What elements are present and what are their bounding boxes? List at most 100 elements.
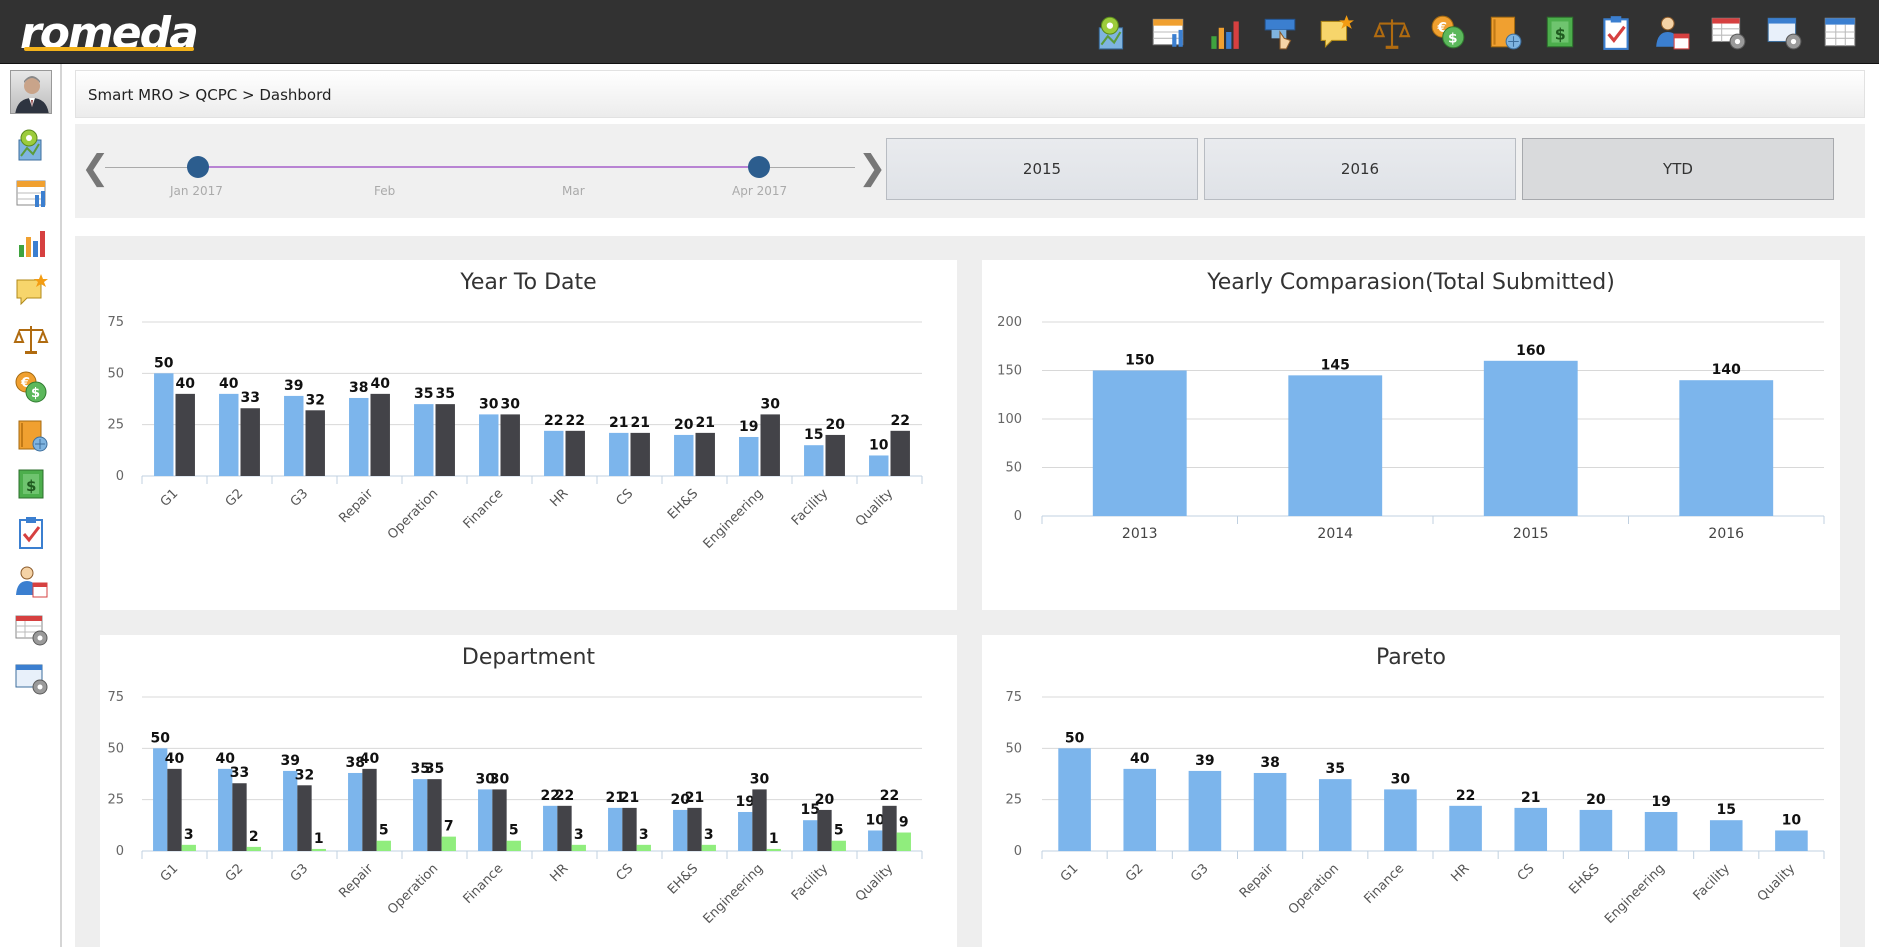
pareto-panel: Pareto 0 25 50 75 50 G1 40 G2 39 G3 38 Repair 35 Oper… <box>982 635 1840 947</box>
yearly-comparison-chart: 0 50 100 150 200 150 2013 145 2014 160 2015 140 2016 <box>997 315 1825 542</box>
chart-bar <box>636 844 651 851</box>
chart-bar <box>167 768 182 851</box>
date-filter-panel: ❮ Jan 2017 Feb Mar Apr 2017 ❯ 2015 2016 … <box>75 124 1865 218</box>
x-tick-label: G2 <box>1123 861 1147 885</box>
window-settings-icon[interactable] <box>11 658 51 698</box>
bar-chart-icon[interactable] <box>11 221 51 261</box>
year-to-date-chart: 02550755040G14033G23932G338 40Repair35 35O… <box>107 315 923 552</box>
timeline-end-handle[interactable] <box>748 156 770 178</box>
user-calendar-icon[interactable] <box>11 561 51 601</box>
clipboard-check-icon[interactable] <box>1594 10 1638 54</box>
x-tick-label: G1 <box>1058 861 1082 885</box>
data-label: 150 <box>1125 353 1154 369</box>
data-label: 3 <box>574 827 584 843</box>
data-label: 2 <box>249 829 259 845</box>
table-chart-icon[interactable] <box>1146 10 1190 54</box>
x-tick-label: Facility <box>789 486 832 529</box>
x-tick-label: G3 <box>1188 861 1212 885</box>
map-marker-icon[interactable] <box>11 124 51 164</box>
data-label: 10 <box>865 812 885 828</box>
comment-star-icon[interactable] <box>1314 10 1358 54</box>
currency-exchange-icon[interactable]: € $ <box>11 367 51 407</box>
money-book-icon[interactable]: $ <box>11 464 51 504</box>
chart-bar <box>349 397 369 476</box>
comment-star-icon[interactable] <box>11 270 51 310</box>
chart-bar <box>882 805 897 851</box>
hand-pointer-icon[interactable] <box>1258 10 1302 54</box>
chart-bar <box>219 393 239 476</box>
x-tick-label: G3 <box>288 486 312 510</box>
currency-exchange-icon[interactable]: € $ <box>1426 10 1470 54</box>
x-tick-label: 2013 <box>1122 526 1158 542</box>
chart-bar <box>1514 807 1548 851</box>
x-tick-label: Operation <box>385 486 441 542</box>
book-globe-icon[interactable] <box>11 415 51 455</box>
chart-bar <box>492 789 507 851</box>
data-label: 21 <box>685 790 704 806</box>
year-ytd-button[interactable]: YTD <box>1522 138 1834 200</box>
data-label: 140 <box>1712 362 1741 378</box>
data-label: 39 <box>284 378 303 394</box>
y-tick-label: 100 <box>997 412 1022 427</box>
data-label: 32 <box>305 392 324 408</box>
timeline-prev-button[interactable]: ❮ <box>81 148 110 188</box>
department-chart: 025507550403G140332G239321G338405Repair3… <box>107 690 923 927</box>
avatar[interactable] <box>10 70 52 114</box>
timeline-next-button[interactable]: ❯ <box>858 148 887 188</box>
y-tick-label: 150 <box>997 364 1022 379</box>
year-2016-button[interactable]: 2016 <box>1204 138 1516 200</box>
data-label: 20 <box>815 792 835 808</box>
chart-bar <box>630 432 650 476</box>
chart-bar <box>414 404 434 476</box>
x-tick-label: Repair <box>1237 861 1278 902</box>
top-toolbar: € $ $ <box>1090 10 1862 54</box>
table-chart-icon[interactable] <box>11 173 51 213</box>
top-bar: romeda € $ $ <box>0 0 1879 64</box>
app-logo[interactable]: romeda <box>20 8 199 59</box>
chart-bar <box>868 830 883 851</box>
data-label: 35 <box>425 761 444 777</box>
data-label: 5 <box>379 823 389 839</box>
breadcrumb-bar: Smart MRO > QCPC > Dashbord <box>75 70 1865 118</box>
timeline-tick: Jan 2017 <box>170 184 223 198</box>
x-tick-label: G1 <box>158 861 182 885</box>
timeline-start-handle[interactable] <box>187 156 209 178</box>
window-settings-icon[interactable] <box>1762 10 1806 54</box>
chart-bar <box>622 807 637 851</box>
chart-bar <box>305 410 325 476</box>
chart-bar <box>571 844 586 851</box>
table-settings-icon[interactable] <box>11 609 51 649</box>
data-label: 19 <box>1651 794 1670 810</box>
data-label: 3 <box>639 827 649 843</box>
breadcrumb[interactable]: Smart MRO > QCPC > Dashbord <box>88 86 332 104</box>
chart-bar <box>1058 748 1091 851</box>
y-tick-label: 200 <box>997 315 1022 330</box>
data-label: 40 <box>370 376 390 392</box>
chart-bar <box>1483 360 1578 516</box>
chart-bar <box>506 840 521 851</box>
clipboard-check-icon[interactable] <box>11 512 51 552</box>
bar-chart-icon[interactable] <box>1202 10 1246 54</box>
data-label: 145 <box>1321 357 1350 373</box>
chart-bar <box>427 779 442 851</box>
chart-bar <box>674 434 694 476</box>
chart-bar <box>609 432 629 476</box>
scales-icon[interactable] <box>11 318 51 358</box>
x-tick-label: G3 <box>288 861 312 885</box>
chart-bar <box>752 789 767 851</box>
data-label: 21 <box>620 790 639 806</box>
book-globe-icon[interactable] <box>1482 10 1526 54</box>
table-settings-icon[interactable] <box>1706 10 1750 54</box>
user-calendar-icon[interactable] <box>1650 10 1694 54</box>
chart-bar <box>738 811 753 851</box>
chart-bar <box>370 393 390 476</box>
map-marker-icon[interactable] <box>1090 10 1134 54</box>
data-label: 22 <box>565 413 584 429</box>
money-book-icon[interactable]: $ <box>1538 10 1582 54</box>
x-tick-label: Finance <box>1361 861 1407 907</box>
scales-icon[interactable] <box>1370 10 1414 54</box>
table-icon[interactable] <box>1818 10 1862 54</box>
year-2015-button[interactable]: 2015 <box>886 138 1198 200</box>
timeline-tick: Mar <box>562 184 585 198</box>
data-label: 10 <box>1782 812 1802 828</box>
